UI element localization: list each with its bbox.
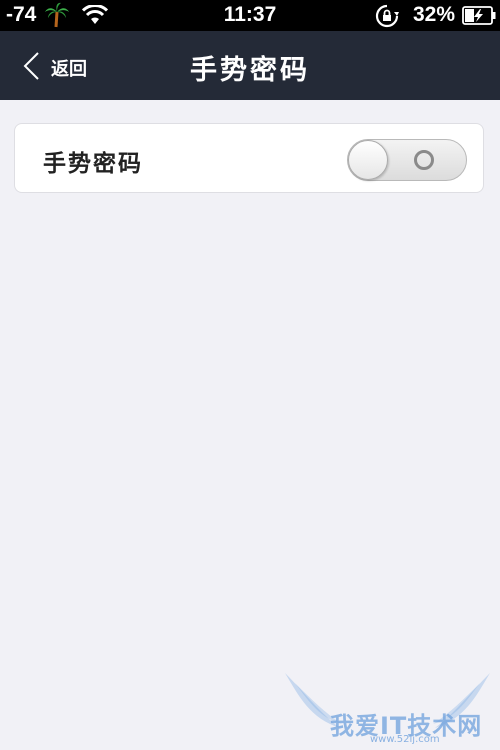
watermark-url: www.52ij.com — [370, 734, 440, 745]
gesture-password-toggle[interactable] — [347, 139, 467, 181]
toggle-off-indicator — [414, 150, 434, 170]
battery-percent: 32% — [413, 3, 456, 26]
gesture-password-setting: 手势密码 — [14, 123, 484, 193]
page-title: 手势密码 — [190, 55, 310, 86]
rotation-lock-icon — [375, 4, 399, 28]
toggle-knob — [348, 140, 388, 180]
watermark: 我爱IT技术网 www.52ij.com — [280, 668, 495, 748]
status-bar: -74 11:37 32% — [0, 0, 500, 31]
battery-charging-icon — [462, 6, 496, 25]
gesture-password-label: 手势密码 — [43, 150, 143, 177]
navigation-bar: 返回 手势密码 — [0, 31, 500, 100]
